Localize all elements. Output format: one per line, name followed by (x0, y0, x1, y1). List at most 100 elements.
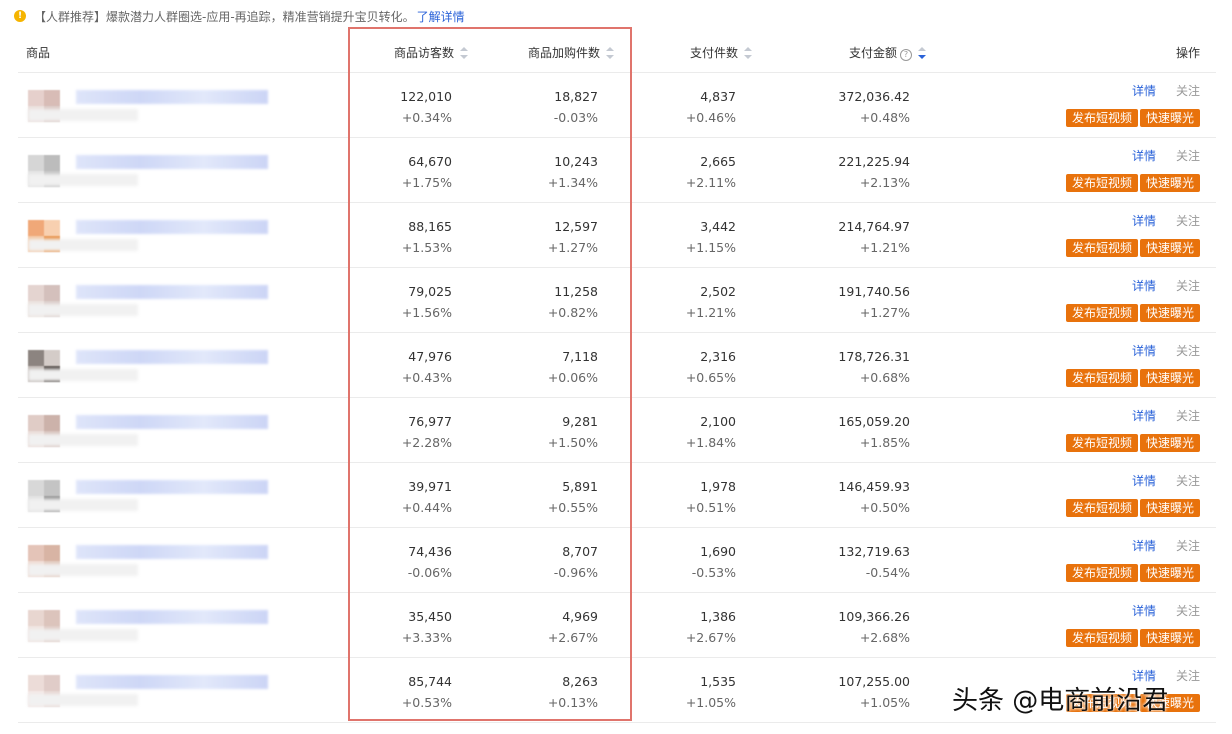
quick-expose-button[interactable]: 快速曝光 (1140, 499, 1200, 517)
notice-text: 【人群推荐】爆款潜力人群圈选-应用-再追踪，精准营销提升宝贝转化。 (34, 9, 415, 24)
product-title-blurred[interactable] (76, 285, 268, 299)
paid-items-cell: 2,316 +0.65% (658, 346, 736, 388)
follow-link[interactable]: 关注 (1176, 538, 1200, 554)
cart-delta: +0.13% (547, 695, 598, 710)
product-title-blurred[interactable] (76, 675, 268, 689)
product-meta-blurred (28, 304, 138, 316)
header-product: 商品 (26, 46, 51, 60)
header-paid-amount[interactable]: 支付金额? (818, 34, 926, 72)
cart-delta: +0.06% (547, 370, 598, 385)
detail-link[interactable]: 详情 (1132, 538, 1156, 554)
detail-link[interactable]: 详情 (1132, 343, 1156, 359)
quick-expose-button[interactable]: 快速曝光 (1140, 239, 1200, 257)
table-row: 79,025 +1.56% 11,258 +0.82% 2,502 +1.21%… (18, 268, 1216, 333)
paid-amount-cell: 191,740.56 +1.27% (818, 281, 910, 323)
visitors-delta: +2.28% (401, 435, 452, 450)
publish-video-button[interactable]: 发布短视频 (1066, 369, 1138, 387)
paid-amount-value: 132,719.63 (838, 544, 910, 559)
product-title-blurred[interactable] (76, 220, 268, 234)
publish-video-button[interactable]: 发布短视频 (1066, 239, 1138, 257)
detail-link[interactable]: 详情 (1132, 83, 1156, 99)
paid-items-delta: +1.21% (685, 305, 736, 320)
paid-amount-delta: +1.85% (859, 435, 910, 450)
learn-more-link[interactable]: 了解详情 (417, 8, 465, 25)
visitors-value: 85,744 (408, 674, 452, 689)
quick-expose-button[interactable]: 快速曝光 (1140, 434, 1200, 452)
quick-expose-button[interactable]: 快速曝光 (1140, 629, 1200, 647)
paid-amount-cell: 372,036.42 +0.48% (818, 86, 910, 128)
product-meta-blurred (28, 174, 138, 186)
cart-value: 10,243 (554, 154, 598, 169)
product-meta-blurred (28, 564, 138, 576)
sort-icon[interactable] (744, 47, 752, 59)
publish-video-button[interactable]: 发布短视频 (1066, 499, 1138, 517)
publish-video-button[interactable]: 发布短视频 (1066, 629, 1138, 647)
visitors-delta: +1.75% (401, 175, 452, 190)
paid-items-value: 2,665 (700, 154, 736, 169)
quick-expose-button[interactable]: 快速曝光 (1140, 369, 1200, 387)
help-icon[interactable]: ? (900, 49, 912, 61)
publish-video-button[interactable]: 发布短视频 (1066, 304, 1138, 322)
visitors-value: 47,976 (408, 349, 452, 364)
product-meta-blurred (28, 369, 138, 381)
product-title-blurred[interactable] (76, 90, 268, 104)
publish-video-button[interactable]: 发布短视频 (1066, 109, 1138, 127)
detail-link[interactable]: 详情 (1132, 213, 1156, 229)
paid-items-delta: +2.67% (685, 630, 736, 645)
cart-delta: +1.34% (547, 175, 598, 190)
product-title-blurred[interactable] (76, 480, 268, 494)
quick-expose-button[interactable]: 快速曝光 (1140, 564, 1200, 582)
visitors-value: 35,450 (408, 609, 452, 624)
header-cart[interactable]: 商品加购件数 (508, 34, 614, 72)
sort-icon[interactable] (606, 47, 614, 59)
product-meta-blurred (28, 239, 138, 251)
quick-expose-button[interactable]: 快速曝光 (1140, 174, 1200, 192)
follow-link[interactable]: 关注 (1176, 213, 1200, 229)
follow-link[interactable]: 关注 (1176, 343, 1200, 359)
visitors-delta: -0.06% (407, 565, 452, 580)
product-title-blurred[interactable] (76, 155, 268, 169)
paid-amount-delta: +0.48% (859, 110, 910, 125)
detail-link[interactable]: 详情 (1132, 408, 1156, 424)
follow-link[interactable]: 关注 (1176, 278, 1200, 294)
header-paid-items[interactable]: 支付件数 (658, 34, 752, 72)
detail-link[interactable]: 详情 (1132, 473, 1156, 489)
cart-cell: 8,263 +0.13% (508, 671, 598, 713)
product-title-blurred[interactable] (76, 350, 268, 364)
cart-delta: +0.55% (547, 500, 598, 515)
publish-video-button[interactable]: 发布短视频 (1066, 434, 1138, 452)
quick-expose-button[interactable]: 快速曝光 (1140, 109, 1200, 127)
paid-items-delta: +1.05% (685, 695, 736, 710)
quick-expose-button[interactable]: 快速曝光 (1140, 304, 1200, 322)
follow-link[interactable]: 关注 (1176, 408, 1200, 424)
paid-items-cell: 2,502 +1.21% (658, 281, 736, 323)
product-meta-blurred (28, 434, 138, 446)
header-visitors[interactable]: 商品访客数 (368, 34, 468, 72)
sort-icon[interactable] (460, 47, 468, 59)
cart-value: 8,707 (562, 544, 598, 559)
paid-items-value: 2,502 (700, 284, 736, 299)
visitors-cell: 76,977 +2.28% (368, 411, 452, 453)
product-title-blurred[interactable] (76, 545, 268, 559)
paid-items-value: 4,837 (700, 89, 736, 104)
follow-link[interactable]: 关注 (1176, 83, 1200, 99)
table-row: 122,010 +0.34% 18,827 -0.03% 4,837 +0.46… (18, 73, 1216, 138)
product-title-blurred[interactable] (76, 415, 268, 429)
follow-link[interactable]: 关注 (1176, 473, 1200, 489)
paid-amount-cell: 132,719.63 -0.54% (818, 541, 910, 583)
follow-link[interactable]: 关注 (1176, 668, 1200, 684)
detail-link[interactable]: 详情 (1132, 603, 1156, 619)
detail-link[interactable]: 详情 (1132, 278, 1156, 294)
publish-video-button[interactable]: 发布短视频 (1066, 174, 1138, 192)
follow-link[interactable]: 关注 (1176, 148, 1200, 164)
sort-desc-icon[interactable] (918, 47, 926, 59)
paid-amount-value: 109,366.26 (838, 609, 910, 624)
paid-amount-value: 146,459.93 (838, 479, 910, 494)
product-title-blurred[interactable] (76, 610, 268, 624)
table-row: 64,670 +1.75% 10,243 +1.34% 2,665 +2.11%… (18, 138, 1216, 203)
cart-value: 5,891 (562, 479, 598, 494)
detail-link[interactable]: 详情 (1132, 148, 1156, 164)
visitors-cell: 64,670 +1.75% (368, 151, 452, 193)
follow-link[interactable]: 关注 (1176, 603, 1200, 619)
publish-video-button[interactable]: 发布短视频 (1066, 564, 1138, 582)
